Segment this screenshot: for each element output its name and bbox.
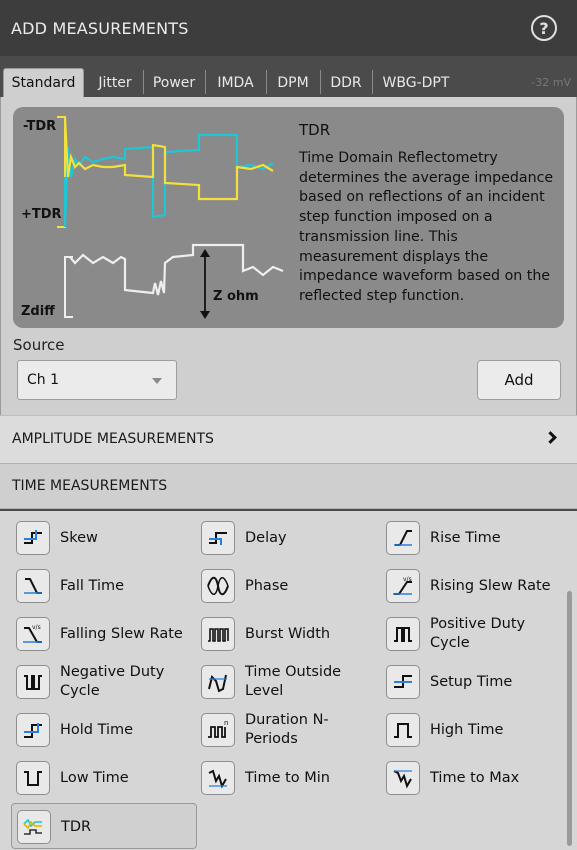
measurement-falling-slew-rate[interactable]: v/s Falling Slew Rate (11, 611, 189, 657)
neg-tdr-label: -TDR (23, 119, 57, 134)
tab-wbg-dpt[interactable]: WBG-DPT (375, 68, 457, 97)
measurement-rising-slew-rate[interactable]: v/s Rising Slew Rate (381, 563, 559, 609)
tab-bar: Standard Jitter Power IMDA DPM DDR WBG-D… (0, 56, 577, 97)
tab-dpm[interactable]: DPM (269, 68, 317, 97)
time-measurements-header[interactable]: TIME MEASUREMENTS (0, 463, 577, 509)
measurement-tdr[interactable]: TDR (11, 803, 197, 849)
burst-width-icon (201, 617, 235, 651)
tdr-icon (17, 810, 51, 844)
measurement-time-to-max[interactable]: Time to Max (381, 755, 559, 801)
measurement-burst-width[interactable]: Burst Width (196, 611, 374, 657)
item-label: Phase (245, 578, 289, 594)
measurement-low-time[interactable]: Low Time (11, 755, 189, 801)
measurement-skew[interactable]: Skew (11, 515, 189, 561)
tab-ddr[interactable]: DDR (323, 68, 369, 97)
rising-slew-rate-icon: v/s (386, 569, 420, 603)
item-label: TDR (61, 819, 92, 835)
item-label: Negative Duty Cycle (60, 664, 165, 699)
setup-time-icon (386, 665, 420, 699)
rise-time-icon (386, 521, 420, 555)
tab-separator (205, 70, 206, 94)
low-time-icon (16, 761, 50, 795)
slew-unit-glyph: v/s (32, 624, 41, 631)
duration-n-periods-icon: n (201, 713, 235, 747)
help-icon[interactable]: ? (531, 15, 557, 41)
tab-imda[interactable]: IMDA (208, 68, 263, 97)
hold-time-icon (16, 713, 50, 747)
pos-tdr-label: +TDR (21, 207, 62, 222)
tab-separator (320, 70, 321, 94)
measurement-fall-time[interactable]: Fall Time (11, 563, 189, 609)
item-label: Time to Min (245, 770, 330, 786)
measurement-panel: -TDR +TDR Zdiff Z ohm TDR Time Domain Re… (0, 97, 577, 415)
fall-time-icon (16, 569, 50, 603)
measurement-negative-duty-cycle[interactable]: Negative Duty Cycle (11, 659, 189, 705)
measurement-delay[interactable]: Delay (196, 515, 374, 561)
source-select[interactable]: Ch 1 (17, 360, 177, 400)
tab-separator (372, 70, 373, 94)
measurement-positive-duty-cycle[interactable]: Positive Duty Cycle (381, 611, 559, 657)
tab-separator (266, 70, 267, 94)
source-value: Ch 1 (27, 372, 60, 388)
item-label: Burst Width (245, 626, 331, 642)
item-label: Delay (245, 530, 287, 546)
chevron-right-icon (544, 431, 557, 444)
time-to-min-icon (201, 761, 235, 795)
slew-unit-glyph: v/s (403, 576, 412, 583)
background-readout: -32 mV (531, 76, 571, 89)
item-label: Skew (60, 530, 98, 546)
delay-icon (201, 521, 235, 555)
measurement-hold-time[interactable]: Hold Time (11, 707, 189, 753)
measurement-rise-time[interactable]: Rise Time (381, 515, 559, 561)
tab-separator (143, 70, 144, 94)
source-label: Source (13, 336, 65, 354)
description-box: -TDR +TDR Zdiff Z ohm TDR Time Domain Re… (13, 107, 564, 328)
title-bar: ADD MEASUREMENTS ? (0, 0, 577, 56)
time-outside-level-icon (201, 665, 235, 699)
time-measurements-grid: Skew Delay Rise Time Fall Time Phase v/s… (0, 509, 577, 850)
item-label: Time Outside Level (245, 664, 342, 699)
tab-standard[interactable]: Standard (3, 68, 84, 97)
positive-duty-cycle-icon (386, 617, 420, 651)
measurement-setup-time[interactable]: Setup Time (381, 659, 559, 705)
item-label: High Time (430, 722, 504, 738)
scrollbar[interactable] (567, 591, 572, 846)
item-label: Time to Max (430, 770, 520, 786)
item-label: Duration N-Periods (245, 712, 329, 747)
measurement-time-to-min[interactable]: Time to Min (196, 755, 374, 801)
z-ohm-label: Z ohm (213, 289, 259, 304)
zdiff-label: Zdiff (21, 304, 55, 319)
chevron-down-icon (152, 378, 162, 384)
measurement-phase[interactable]: Phase (196, 563, 374, 609)
time-to-max-icon (386, 761, 420, 795)
period-n-glyph: n (224, 719, 228, 727)
high-time-icon (386, 713, 420, 747)
item-label: Positive Duty Cycle (430, 616, 526, 651)
item-label: Hold Time (60, 722, 134, 738)
item-label: Falling Slew Rate (60, 626, 183, 642)
measurement-time-outside-level[interactable]: Time Outside Level (196, 659, 374, 705)
falling-slew-rate-icon: v/s (16, 617, 50, 651)
description-title: TDR (299, 121, 331, 139)
measurement-high-time[interactable]: High Time (381, 707, 559, 753)
tab-power[interactable]: Power (146, 68, 202, 97)
negative-duty-cycle-icon (16, 665, 50, 699)
skew-icon (16, 521, 50, 555)
amplitude-section-label: AMPLITUDE MEASUREMENTS (12, 430, 214, 447)
item-label: Rise Time (430, 530, 501, 546)
measurement-duration-n-periods[interactable]: n Duration N-Periods (196, 707, 374, 753)
item-label: Rising Slew Rate (430, 578, 551, 594)
item-label: Setup Time (430, 674, 513, 690)
amplitude-measurements-header[interactable]: AMPLITUDE MEASUREMENTS (0, 415, 577, 461)
window-title: ADD MEASUREMENTS (11, 18, 189, 38)
description-text: Time Domain Reflectometry determines the… (299, 150, 554, 304)
item-label: Low Time (60, 770, 129, 786)
time-section-label: TIME MEASUREMENTS (12, 478, 168, 494)
tab-jitter[interactable]: Jitter (90, 68, 140, 97)
phase-icon (201, 569, 235, 603)
add-button[interactable]: Add (477, 360, 561, 400)
item-label: Fall Time (60, 578, 125, 594)
help-symbol: ? (539, 18, 549, 38)
